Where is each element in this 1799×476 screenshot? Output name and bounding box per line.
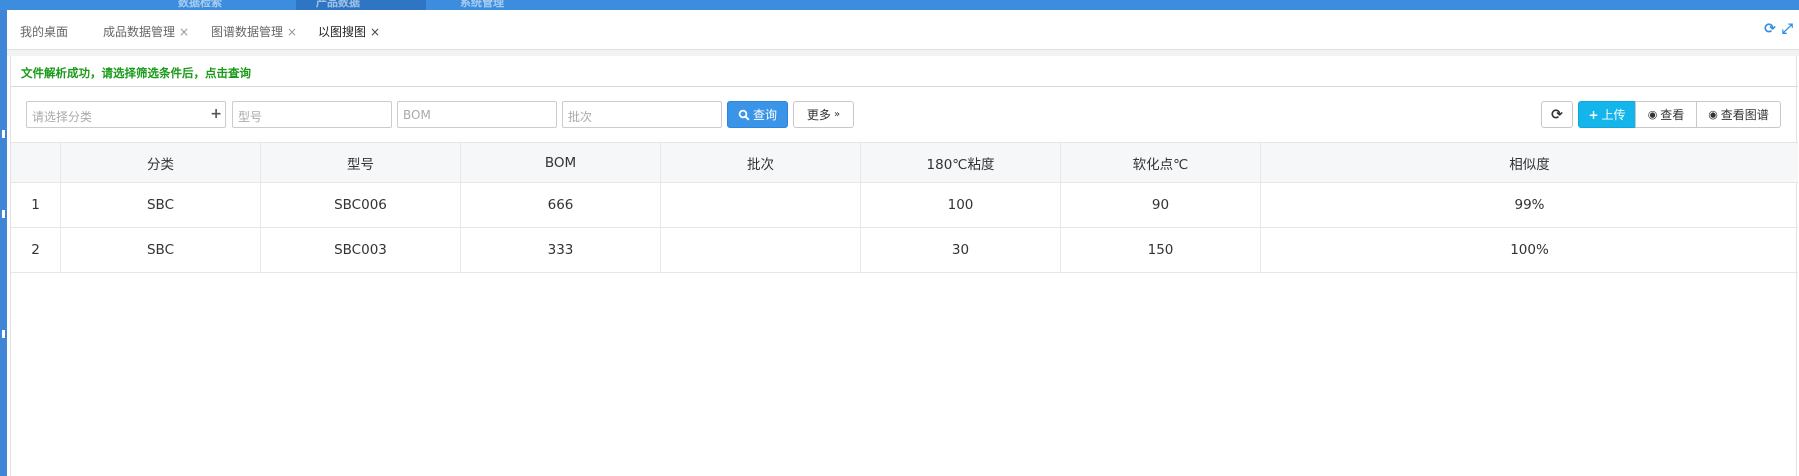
tab-label: 以图搜图	[318, 25, 367, 39]
table-cell: SBC	[61, 183, 261, 227]
view-spectrum-button[interactable]: ◉ 查看图谱	[1696, 101, 1781, 128]
table-cell: 150	[1061, 228, 1261, 272]
table-cell	[661, 183, 861, 227]
query-label: 查询	[752, 108, 777, 122]
table-cell: 1	[11, 183, 61, 227]
table-cell: SBC	[61, 228, 261, 272]
tab-my-desktop[interactable]: 我的桌面	[20, 23, 68, 40]
results-table: 分类 型号 BOM 批次 180℃粘度 软化点℃ 相似度 1 SBC SBC00…	[11, 142, 1798, 273]
query-button[interactable]: 查询	[727, 101, 788, 128]
tab-image-search[interactable]: 以图搜图 ×	[318, 23, 380, 40]
top-nav-bar: 数据检索 产品数据 系统管理	[0, 0, 1799, 10]
refresh-button[interactable]: ⟳	[1541, 101, 1573, 128]
close-icon[interactable]: ×	[370, 25, 380, 39]
more-label: 更多	[806, 108, 831, 122]
sidebar-marker[interactable]	[2, 210, 5, 218]
table-cell: SBC003	[261, 228, 461, 272]
sidebar-collapsed	[0, 10, 7, 476]
table-cell: 99%	[1514, 197, 1545, 213]
table-cell: 666	[461, 183, 661, 227]
table-header: 分类 型号 BOM 批次 180℃粘度 软化点℃ 相似度	[11, 142, 1798, 183]
top-nav-item[interactable]: 产品数据	[316, 0, 360, 10]
search-icon	[738, 109, 750, 121]
tab-label: 我的桌面	[20, 25, 69, 39]
eye-icon: ◉	[1647, 108, 1658, 121]
refresh-icon: ⟳	[1551, 106, 1563, 123]
tab-label: 成品数据管理	[103, 25, 176, 39]
tab-product-data[interactable]: 成品数据管理 ×	[103, 23, 189, 40]
column-header[interactable]: 分类	[61, 143, 261, 182]
batch-placeholder: 批次	[568, 110, 593, 124]
refresh-icon[interactable]: ⟳	[1764, 21, 1776, 37]
view-button[interactable]: ◉ 查看	[1635, 101, 1697, 128]
tab-spectrum-data[interactable]: 图谱数据管理 ×	[211, 23, 297, 40]
tab-label: 图谱数据管理	[211, 25, 284, 39]
model-placeholder: 型号	[238, 110, 263, 124]
table-cell: 90	[1061, 183, 1261, 227]
bom-placeholder: BOM	[403, 108, 431, 122]
category-placeholder: 请选择分类	[32, 110, 93, 124]
table-cell: 333	[461, 228, 661, 272]
sidebar-marker[interactable]	[2, 330, 5, 338]
plus-icon: +	[1588, 107, 1599, 122]
view-spectrum-label: 查看图谱	[1720, 108, 1769, 122]
column-header[interactable]: 软化点℃	[1061, 143, 1261, 182]
column-header[interactable]: BOM	[461, 143, 661, 182]
more-button[interactable]: 更多 »	[793, 101, 854, 128]
upload-label: 上传	[1601, 108, 1626, 122]
plus-icon[interactable]: +	[210, 106, 222, 122]
category-select[interactable]: 请选择分类 +	[26, 101, 226, 128]
table-row[interactable]: 1 SBC SBC006 666 100 90 99%	[11, 183, 1798, 228]
eye-icon: ◉	[1708, 108, 1718, 121]
bom-input[interactable]: BOM	[397, 101, 557, 128]
column-header[interactable]: 批次	[661, 143, 861, 182]
double-chevron-down-icon: »	[833, 109, 841, 120]
tab-bar: 我的桌面 成品数据管理 × 图谱数据管理 × 以图搜图 × ⟳ ⤢	[7, 10, 1799, 50]
upload-button[interactable]: + 上传	[1578, 101, 1636, 128]
table-cell: 2	[11, 228, 61, 272]
sidebar-marker[interactable]	[2, 130, 5, 138]
close-icon[interactable]: ×	[287, 25, 297, 39]
top-nav-item[interactable]: 系统管理	[460, 0, 504, 10]
model-input[interactable]: 型号	[232, 101, 392, 128]
batch-input[interactable]: 批次	[562, 101, 722, 128]
column-header[interactable]	[11, 143, 61, 182]
expand-icon[interactable]: ⤢	[1782, 21, 1793, 37]
status-message: 文件解析成功，请选择筛选条件后，点击查询	[21, 66, 251, 80]
table-cell: SBC006	[261, 183, 461, 227]
tab-tools: ⟳ ⤢	[1764, 21, 1793, 37]
column-header[interactable]: 型号	[261, 143, 461, 182]
table-cell: 100	[861, 183, 1061, 227]
column-header[interactable]: 相似度	[1261, 143, 1798, 182]
column-header[interactable]: 180℃粘度	[861, 143, 1061, 182]
table-cell: 100%	[1510, 242, 1549, 258]
table-row[interactable]: 2 SBC SBC003 333 30 150 100%	[11, 228, 1798, 273]
view-label: 查看	[1660, 108, 1685, 122]
top-nav-item[interactable]: 数据检索	[178, 0, 222, 10]
close-icon[interactable]: ×	[179, 25, 189, 39]
table-cell	[661, 228, 861, 272]
divider	[11, 86, 1798, 87]
table-cell: 30	[861, 228, 1061, 272]
main-panel: 文件解析成功，请选择筛选条件后，点击查询 请选择分类 + 型号 BOM 批次 查…	[10, 56, 1798, 476]
